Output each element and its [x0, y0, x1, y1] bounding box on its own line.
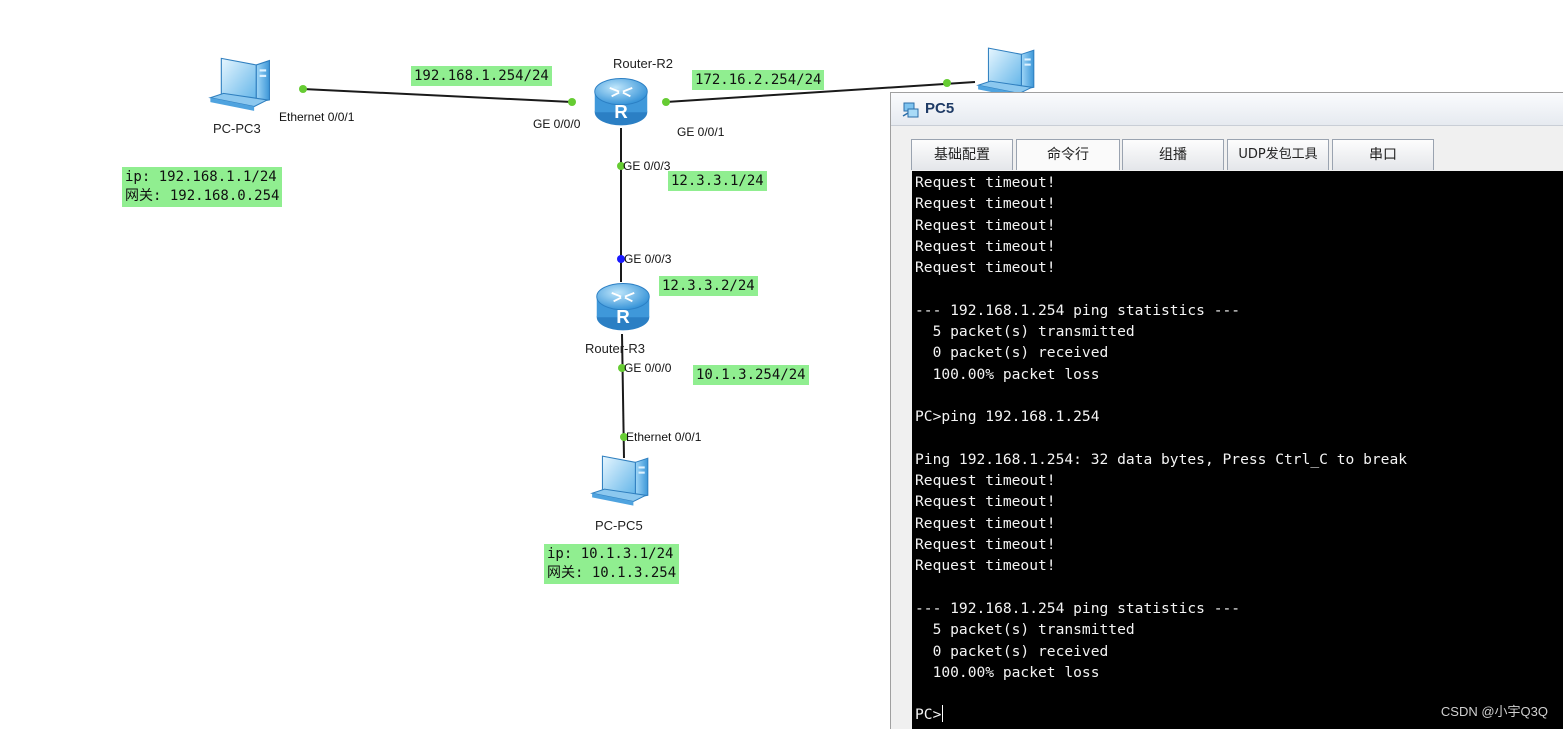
port-dot [568, 98, 576, 106]
pc5-titlebar[interactable]: PC5 [891, 93, 1563, 126]
port-label-r3-ge000: GE 0/0/0 [624, 361, 672, 375]
pc4-icon[interactable] [977, 47, 1035, 99]
router-r2-icon[interactable] [593, 77, 649, 127]
port-label-pc5-eth: Ethernet 0/0/1 [626, 430, 702, 444]
tab-command-line[interactable]: 命令行 [1016, 139, 1120, 170]
tab-serial-port[interactable]: 串口 [1332, 139, 1434, 170]
router-r3-label: Router-R3 [585, 341, 645, 356]
pc5-window[interactable]: PC5 基础配置 命令行 组播 UDP发包工具 串口 Request timeo… [890, 92, 1563, 729]
terminal-lines: Request timeout! Request timeout! Reques… [915, 174, 1408, 681]
pc5-note-ip: ip: 10.1.3.1/24 [547, 546, 674, 562]
csdn-watermark: CSDN @小宇Q3Q [1440, 704, 1548, 719]
pc3-label: PC-PC3 [213, 121, 261, 136]
pc5-window-title: PC5 [925, 100, 955, 117]
terminal-console[interactable]: Request timeout! Request timeout! Reques… [912, 171, 1563, 729]
terminal-prompt: PC> [915, 706, 942, 724]
pc3-note-gateway: 网关: 192.168.0.254 [125, 188, 280, 204]
port-label-r2-ge000: GE 0/0/0 [533, 117, 581, 131]
tab-udp-tool[interactable]: UDP发包工具 [1227, 139, 1329, 170]
port-label-r2-ge001: GE 0/0/1 [677, 125, 725, 139]
ip-label-r2-g3[interactable]: 12.3.3.1/24 [668, 171, 767, 191]
pc3-note-ip: ip: 192.168.1.1/24 [125, 169, 277, 185]
tab-basic-config[interactable]: 基础配置 [911, 139, 1013, 170]
port-label-r2-ge003: GE 0/0/3 [623, 159, 671, 173]
ip-label-r2-g1[interactable]: 172.16.2.254/24 [692, 70, 825, 90]
port-label-pc3-eth: Ethernet 0/0/1 [279, 110, 355, 124]
tab-multicast[interactable]: 组播 [1122, 139, 1224, 170]
ip-label-r2-g0[interactable]: 192.168.1.254/24 [411, 66, 552, 86]
terminal-output: Request timeout! Request timeout! Reques… [915, 172, 1407, 726]
pc5-label: PC-PC5 [595, 518, 643, 533]
ip-label-r3-g3[interactable]: 12.3.3.2/24 [659, 276, 758, 296]
pc5-note[interactable]: ip: 10.1.3.1/24 网关: 10.1.3.254 [544, 544, 680, 584]
pc3-icon[interactable] [209, 57, 270, 112]
pc5-note-gateway: 网关: 10.1.3.254 [547, 565, 677, 581]
router-r3-icon[interactable] [595, 282, 651, 332]
pc-network-icon [902, 102, 919, 118]
port-label-r3-ge003: GE 0/0/3 [624, 252, 672, 266]
port-dot [299, 85, 307, 93]
port-dot [943, 79, 951, 87]
router-r2-label: Router-R2 [613, 56, 673, 71]
pc3-note[interactable]: ip: 192.168.1.1/24 网关: 192.168.0.254 [122, 167, 283, 207]
text-cursor [942, 705, 944, 723]
link-pc3-r2 [302, 88, 573, 103]
ip-label-r3-g0[interactable]: 10.1.3.254/24 [693, 365, 809, 385]
port-dot [662, 98, 670, 106]
pc5-icon[interactable] [591, 455, 649, 507]
